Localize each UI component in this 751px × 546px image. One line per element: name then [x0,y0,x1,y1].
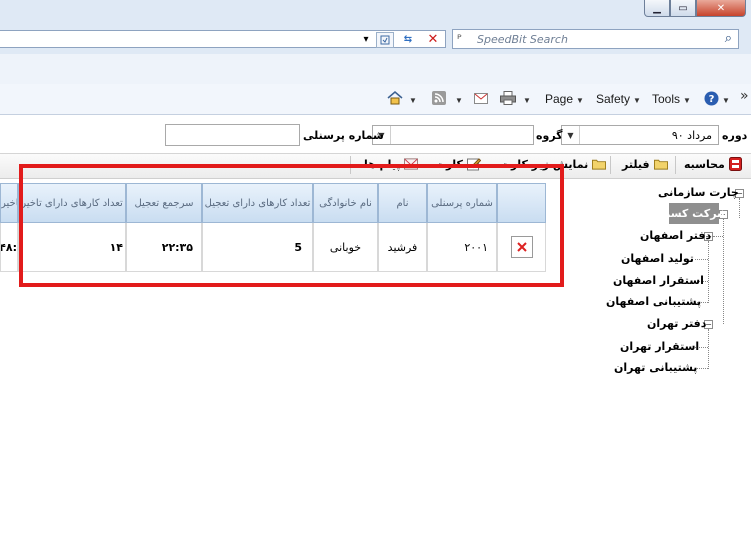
search-box[interactable]: ᴾ SpeedBit Search ⌕ [452,29,739,49]
refresh-icon[interactable]: ⇆ [400,32,416,46]
address-dropdown-icon[interactable]: ▾ [358,32,374,46]
maximize-button[interactable]: ▭ [670,0,696,17]
chevron-more-icon[interactable]: » [740,88,749,104]
tree-node-tehran-office[interactable]: دفتر تهران [647,317,706,330]
tree-line [739,198,740,218]
print-dropdown-icon[interactable]: ▼ [520,92,531,106]
tree-node-org-chart[interactable]: چارت سازمانی [658,186,739,199]
svg-text:?: ? [708,94,714,105]
calculator-icon [729,157,743,171]
highlight-box [19,164,564,287]
tree-node-tehran-deployment[interactable]: استقرار تهران [620,340,699,353]
personnel-number-input[interactable] [165,124,300,146]
search-placeholder: SpeedBit Search [477,33,568,46]
safety-menu[interactable]: Safety ▼ [596,92,641,106]
tree-node-tehran-support[interactable]: پشتیبانی تهران [614,361,697,374]
stop-icon[interactable]: ✕ [425,32,441,47]
compat-view-icon[interactable] [376,32,394,48]
speedbit-logo-icon: ᴾ [457,32,462,46]
window-titlebar [0,0,751,24]
tree-line [708,329,709,369]
tree-line [708,241,709,303]
home-icon[interactable] [386,90,404,106]
cell-late-total[interactable]: ۴۸: [0,223,18,272]
tree-node-isfahan-deployment[interactable]: استقرار اصفهان [613,274,704,287]
grid-header-late-total[interactable]: سرجمع تاخیر [0,183,18,223]
tree-node-isfahan-office[interactable]: دفتر اصفهان [640,229,711,242]
page-menu[interactable]: Page ▼ [545,92,584,106]
window-controls: ▁ ▭ ✕ [644,0,748,18]
home-dropdown-icon[interactable]: ▼ [406,92,417,106]
favorites-bar [0,54,751,85]
close-window-button[interactable]: ✕ [696,0,746,17]
tools-menu[interactable]: Tools ▼ [652,92,691,106]
tree-node-company[interactable]: شرکت کسرا [660,203,728,224]
personnel-number-label: شماره پرسنلی [303,129,384,142]
print-icon[interactable] [499,90,517,106]
calculate-button[interactable]: محاسبه [684,157,743,171]
rss-dropdown-icon[interactable]: ▼ [452,92,463,106]
toolbar-separator [675,156,676,174]
toolbar-separator [610,156,611,174]
folder-icon [653,157,668,171]
mail-icon[interactable] [472,90,490,106]
group-select[interactable]: ▼ [372,125,534,145]
chevron-down-icon: ▼ [562,126,580,144]
tree-line [723,219,724,324]
tree-node-isfahan-production[interactable]: تولید اصفهان [621,252,694,265]
tree-node-isfahan-support[interactable]: پشتیبانی اصفهان [606,295,701,308]
filter-button[interactable]: فیلتر [622,157,668,171]
minimize-button[interactable]: ▁ [644,0,670,17]
period-select[interactable]: ▼ مرداد ۹۰ [561,125,719,145]
search-icon[interactable]: ⌕ [725,31,732,46]
tree-line [713,236,723,237]
help-icon[interactable]: ? [702,90,720,106]
help-dropdown-icon[interactable]: ▼ [719,92,730,106]
tree-line [695,259,708,260]
period-label: دوره [722,129,748,142]
period-value: مرداد ۹۰ [671,129,712,142]
group-label: گروه [536,129,563,142]
folder-icon [592,157,607,171]
rss-feed-icon[interactable] [430,90,448,106]
